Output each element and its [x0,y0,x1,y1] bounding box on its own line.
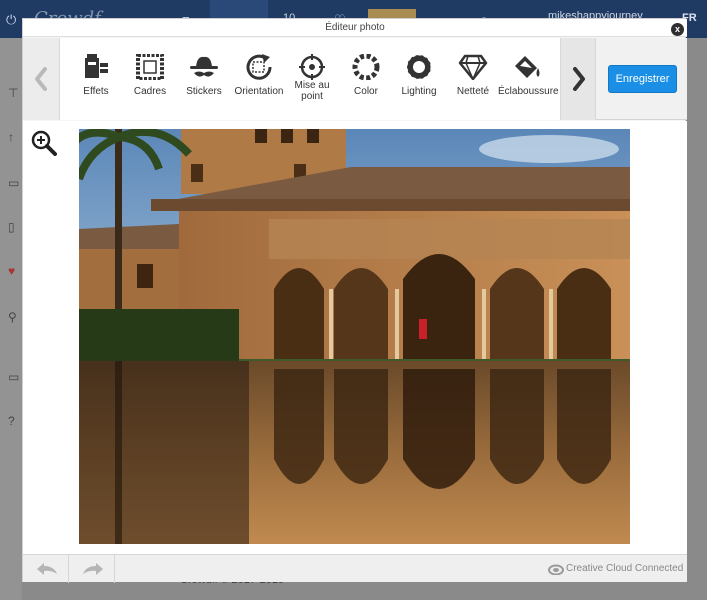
tool-splash[interactable]: Éclaboussure [498,54,559,114]
toolbar: Effets Cadres Stickers Orientation Mise … [23,38,687,120]
tool-label: Orientation [234,86,284,97]
creative-cloud-text: Creative Cloud Connected [566,563,684,574]
editor-bottom-bar: Creative Cloud Connected [23,554,687,583]
sidebar-mail-icon: ▭ [8,370,20,384]
tool-frames[interactable]: Cadres [122,54,178,114]
sidebar-upload-icon: ↑ [8,130,14,144]
photo-alhambra-image [79,129,630,544]
power-icon: ⏻ [6,12,17,27]
tool-focus[interactable]: Mise au point [284,54,340,114]
save-button[interactable]: Enregistrer [608,65,677,93]
tools-next-button[interactable] [560,38,596,120]
tool-label: Color [354,86,378,97]
frames-icon [136,54,164,80]
tool-label: Effets [83,86,109,97]
color-icon [352,54,380,80]
redo-icon [83,563,103,575]
background-sidebar: ⊤ ↑ ▭ ▯ ♥ ⚲ ▭ ? [0,38,22,600]
tool-label: Netteté [456,86,490,97]
chevron-left-icon [35,67,47,91]
photo-preview [79,129,630,544]
effects-icon [85,54,108,78]
sidebar-trophy-icon: ⊤ [8,86,19,100]
tool-label-line1: Mise au [294,80,330,91]
creative-cloud-icon [548,564,564,575]
tool-label: Cadres [133,86,167,97]
tool-label: Lighting [401,86,437,97]
redo-button[interactable] [69,555,115,583]
tool-effects[interactable]: Effets [68,54,124,114]
sidebar-doc-icon: ▯ [8,220,15,234]
undo-icon [37,563,57,575]
splash-icon [515,56,540,78]
tools-prev-button[interactable] [23,38,60,120]
tool-label: Stickers [186,86,222,97]
editor-canvas [23,121,687,554]
tool-sharpness[interactable]: Netteté [445,54,501,114]
focus-icon [299,54,325,80]
lighting-icon [404,54,434,80]
sidebar-heart-icon: ♥ [8,264,16,278]
stickers-icon [190,56,218,77]
sidebar-help-icon: ? [8,414,15,428]
tool-orientation[interactable]: Orientation [231,54,287,114]
tool-label-line2: point [301,91,323,102]
tools-list: Effets Cadres Stickers Orientation Mise … [60,38,560,120]
tool-stickers[interactable]: Stickers [176,54,232,114]
tool-color[interactable]: Color [338,54,394,114]
zoom-in-icon [31,130,57,156]
undo-button[interactable] [23,555,69,583]
tool-lighting[interactable]: Lighting [391,54,447,114]
sharpness-icon [458,54,488,80]
tool-label: Éclaboussure [498,86,559,97]
sidebar-calendar-icon: ▭ [8,176,20,190]
photo-editor-modal: Éditeur photo x Effets Cadres Stickers O… [22,18,687,583]
orientation-icon [246,54,272,80]
zoom-in-button[interactable] [31,130,57,161]
modal-title: Éditeur photo [23,19,687,37]
sidebar-user-icon: ⚲ [8,310,17,324]
chevron-right-icon [573,67,585,91]
close-button[interactable]: x [671,23,684,36]
